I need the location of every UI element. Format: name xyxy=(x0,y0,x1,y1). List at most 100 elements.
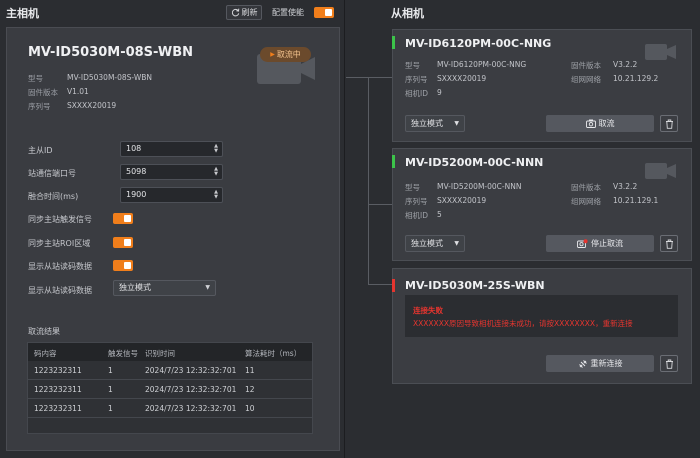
stepper-arrows-icon[interactable]: ▲ ▼ xyxy=(214,144,218,154)
sync-trigger-toggle[interactable] xyxy=(113,213,133,224)
merge-time-input[interactable]: 1900 ▲ ▼ xyxy=(120,187,223,203)
master-title: 主相机 xyxy=(6,7,39,20)
mode-select[interactable]: 独立模式 ▼ xyxy=(405,235,465,252)
streaming-status-label: 取流中 xyxy=(276,50,301,59)
config-enable-toggle[interactable] xyxy=(314,7,334,18)
slave-camera-name: MV-ID6120PM-00C-NNG xyxy=(405,37,552,50)
error-status-bar xyxy=(392,279,395,292)
trash-icon xyxy=(665,119,673,129)
stream-button[interactable]: 取流 xyxy=(546,115,654,132)
trash-icon xyxy=(665,359,673,369)
connector-line xyxy=(368,204,392,205)
play-icon: ▶ xyxy=(270,51,275,58)
station-port-label: 站通信端口号 xyxy=(28,169,76,178)
slave-panel: 从相机 MV-ID6120PM-00C-NNG 型号 MV-ID6120PM-0… xyxy=(346,0,700,458)
slave-title: 从相机 xyxy=(391,7,424,20)
master-slave-id-value: 108 xyxy=(126,144,142,153)
master-slave-id-label: 主从ID xyxy=(28,146,53,155)
show-slave-code-toggle[interactable] xyxy=(113,260,133,271)
stream-camera-icon xyxy=(585,119,596,128)
results-table: 码内容 触发信号 识别时间 算法耗时（ms） 1223232311 1 2024… xyxy=(27,342,313,434)
sync-roi-toggle[interactable] xyxy=(113,237,133,248)
camera-icon xyxy=(645,163,676,179)
cell-time: 2024/7/23 12:32:32:701 xyxy=(145,404,237,413)
serial-label: 序列号 xyxy=(28,102,51,111)
cell-cost: 10 xyxy=(245,404,255,413)
model-value: MV-ID5200M-00C-NNN xyxy=(437,182,522,191)
master-panel: 主相机 刷新 配置使能 MV-ID5030M-08S-WBN 型号 MV-ID5… xyxy=(0,0,345,458)
refresh-button[interactable]: 刷新 xyxy=(226,5,262,20)
error-message: XXXXXXX原因导致相机连接未成功，请按XXXXXXXX，重新连接 xyxy=(413,319,633,328)
slave-camera-name: MV-ID5030M-25S-WBN xyxy=(405,279,545,292)
cell-cost: 12 xyxy=(245,385,255,394)
stepper-arrows-icon[interactable]: ▲ ▼ xyxy=(214,190,218,200)
model-value: MV-ID5030M-08S-WBN xyxy=(67,73,152,82)
cell-trigger: 1 xyxy=(108,385,113,394)
slave-camera-name: MV-ID5200M-00C-NNN xyxy=(405,156,544,169)
show-slave-code-mode-select[interactable]: 独立模式 ▼ xyxy=(113,280,216,296)
station-port-input[interactable]: 5098 ▲ ▼ xyxy=(120,164,223,180)
cell-time: 2024/7/23 12:32:32:701 xyxy=(145,366,237,375)
online-status-bar xyxy=(392,155,395,168)
connector-line xyxy=(368,284,392,285)
delete-button[interactable] xyxy=(660,235,678,252)
firmware-value: V1.01 xyxy=(67,87,89,96)
error-message-box: 连接失败 XXXXXXX原因导致相机连接未成功，请按XXXXXXXX，重新连接 xyxy=(405,295,678,337)
reconnect-button-label: 重新连接 xyxy=(590,359,623,368)
model-value: MV-ID6120PM-00C-NNG xyxy=(437,60,527,69)
serial-value: SXXXX20019 xyxy=(437,74,487,83)
slave-camera-card: MV-ID6120PM-00C-NNG 型号 MV-ID6120PM-00C-N… xyxy=(392,29,692,142)
show-slave-code-mode-value: 独立模式 xyxy=(119,283,151,292)
table-row[interactable]: 1223232311 1 2024/7/23 12:32:32:701 11 xyxy=(28,361,312,380)
camera-id-value: 9 xyxy=(437,88,442,97)
firmware-label: 固件版本 xyxy=(571,61,601,70)
master-slave-id-input[interactable]: 108 ▲ ▼ xyxy=(120,141,223,157)
model-label: 型号 xyxy=(28,74,43,83)
cell-time: 2024/7/23 12:32:32:701 xyxy=(145,385,237,394)
show-slave-code-mode-label: 显示从站读码数据 xyxy=(28,286,92,295)
streaming-status-badge: ▶ 取流中 xyxy=(260,47,311,62)
firmware-label: 固件版本 xyxy=(28,88,58,97)
refresh-label: 刷新 xyxy=(241,8,258,17)
table-row[interactable]: 1223232311 1 2024/7/23 12:32:32:701 10 xyxy=(28,399,312,418)
config-enable-label: 配置使能 xyxy=(272,8,304,17)
network-value: 10.21.129.2 xyxy=(613,74,659,83)
slave-camera-card: MV-ID5030M-25S-WBN 连接失败 XXXXXXX原因导致相机连接未… xyxy=(392,268,692,384)
station-port-value: 5098 xyxy=(126,167,147,176)
trash-icon xyxy=(665,239,673,249)
stream-button-label: 取流 xyxy=(598,119,615,128)
refresh-icon xyxy=(231,8,239,17)
mode-value: 独立模式 xyxy=(411,119,443,128)
cell-trigger: 1 xyxy=(108,366,113,375)
network-label: 组网网络 xyxy=(571,75,601,84)
sync-roi-label: 同步主站ROI区域 xyxy=(28,239,91,248)
firmware-value: V3.2.2 xyxy=(613,182,638,191)
model-label: 型号 xyxy=(405,61,420,70)
sync-trigger-label: 同步主站触发信号 xyxy=(28,215,92,224)
col-trigger: 触发信号 xyxy=(108,349,138,358)
camera-id-value: 5 xyxy=(437,210,442,219)
camera-id-label: 相机ID xyxy=(405,89,428,98)
table-row[interactable]: 1223232311 1 2024/7/23 12:32:32:701 12 xyxy=(28,380,312,399)
master-header: 主相机 刷新 配置使能 xyxy=(0,0,345,24)
mode-select[interactable]: 独立模式 ▼ xyxy=(405,115,465,132)
cell-code: 1223232311 xyxy=(34,404,82,413)
results-label: 取流结果 xyxy=(28,327,60,336)
delete-button[interactable] xyxy=(660,355,678,372)
serial-label: 序列号 xyxy=(405,75,428,84)
stop-stream-button[interactable]: 停止取流 xyxy=(546,235,654,252)
model-label: 型号 xyxy=(405,183,420,192)
master-camera-card: MV-ID5030M-08S-WBN 型号 MV-ID5030M-08S-WBN… xyxy=(6,27,340,451)
camera-id-label: 相机ID xyxy=(405,211,428,220)
network-label: 组网网络 xyxy=(571,197,601,206)
firmware-label: 固件版本 xyxy=(571,183,601,192)
connector-line xyxy=(368,77,392,78)
reconnect-button[interactable]: 重新连接 xyxy=(546,355,654,372)
reconnect-icon xyxy=(578,359,587,368)
stop-stream-icon xyxy=(577,239,588,248)
delete-button[interactable] xyxy=(660,115,678,132)
cell-trigger: 1 xyxy=(108,404,113,413)
caret-down-icon: ▼ xyxy=(205,284,210,291)
stepper-arrows-icon[interactable]: ▲ ▼ xyxy=(214,167,218,177)
serial-label: 序列号 xyxy=(405,197,428,206)
